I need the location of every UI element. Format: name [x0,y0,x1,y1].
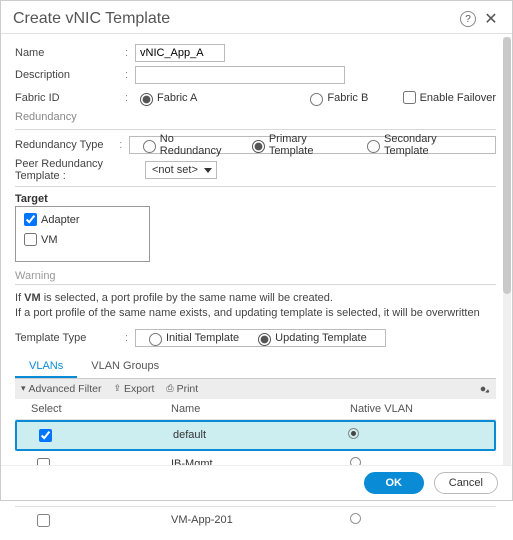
print-icon: ⎙ [166,383,173,394]
fabric-a-radio[interactable]: Fabric A [135,90,197,106]
peer-select[interactable]: <not set> [145,161,217,179]
help-icon[interactable]: ? [460,11,476,27]
enable-failover-checkbox[interactable]: Enable Failover [399,88,496,107]
table-row[interactable]: VM-App-201 [15,507,496,534]
peer-label: Peer Redundancy Template : [15,158,145,182]
info-text: If VM is selected, a port profile by the… [15,291,496,321]
target-heading: Target [15,193,496,205]
name-input[interactable] [135,44,225,62]
initial-template-radio[interactable]: Initial Template [144,330,239,346]
target-adapter-label: Adapter [41,214,80,226]
fabric-a-radio-input[interactable] [140,93,153,106]
primary-template-radio[interactable]: Primary Template [247,133,348,157]
close-icon[interactable]: ✕ [482,9,500,29]
name-label: Name [15,47,125,59]
chevron-down-icon [204,168,212,173]
scrollbar-thumb[interactable] [503,37,511,294]
secondary-template-radio[interactable]: Secondary Template [362,133,477,157]
row-name: default [173,429,348,441]
export-label: Export [124,383,154,395]
fabric-a-label: Fabric A [157,92,197,104]
initial-template-input[interactable] [149,333,162,346]
warning-label: Warning [15,270,496,282]
row-select-checkbox[interactable] [39,429,52,442]
filter-icon: ▾ [21,383,26,394]
scrollbar[interactable] [503,37,511,465]
no-redundancy-label: No Redundancy [160,133,233,157]
secondary-template-input[interactable] [367,140,380,153]
col-name-header: Name [171,403,350,415]
primary-template-label: Primary Template [269,133,348,157]
updating-template-input[interactable] [258,333,271,346]
description-label: Description [15,69,125,81]
template-type-label: Template Type [15,332,125,344]
advanced-filter-label: Advanced Filter [29,383,102,395]
initial-template-label: Initial Template [166,332,239,344]
redundancy-heading: Redundancy [15,111,496,123]
no-redundancy-radio[interactable]: No Redundancy [138,133,233,157]
secondary-template-label: Secondary Template [384,133,477,157]
cancel-button[interactable]: Cancel [434,472,498,494]
fabric-id-label: Fabric ID [15,92,125,104]
target-list: Adapter VM [15,206,150,262]
ok-button[interactable]: OK [364,472,424,494]
tab-vlans[interactable]: VLANs [15,355,77,378]
updating-template-label: Updating Template [275,332,367,344]
row-name: VM-App-201 [171,514,350,526]
fabric-b-radio-input[interactable] [310,93,323,106]
tab-vlan-groups[interactable]: VLAN Groups [77,355,173,378]
primary-template-input[interactable] [252,140,265,153]
updating-template-radio[interactable]: Updating Template [253,330,367,346]
col-select-header: Select [21,403,171,415]
row-select-checkbox[interactable] [37,514,50,527]
enable-failover-input[interactable] [403,91,416,104]
enable-failover-label: Enable Failover [420,92,496,104]
print-tool[interactable]: ⎙ Print [166,383,198,395]
gear-icon[interactable] [476,382,490,396]
redundancy-type-label: Redundancy Type [15,139,119,151]
target-vm-checkbox[interactable] [24,233,37,246]
native-vlan-radio[interactable] [348,428,359,439]
peer-value: <not set> [152,164,198,176]
no-redundancy-input[interactable] [143,140,156,153]
col-native-header: Native VLAN [350,403,490,415]
target-vm-label: VM [41,234,58,246]
fabric-b-radio[interactable]: Fabric B [305,90,368,106]
description-input[interactable] [135,66,345,84]
export-tool[interactable]: ⇪ Export [113,383,154,395]
table-row[interactable]: default [15,420,496,451]
dialog-title: Create vNIC Template [13,10,460,28]
native-vlan-radio[interactable] [350,513,361,524]
target-adapter-checkbox[interactable] [24,213,37,226]
advanced-filter-tool[interactable]: ▾ Advanced Filter [21,383,101,395]
export-icon: ⇪ [113,383,121,394]
fabric-b-label: Fabric B [327,92,368,104]
print-label: Print [177,383,199,395]
